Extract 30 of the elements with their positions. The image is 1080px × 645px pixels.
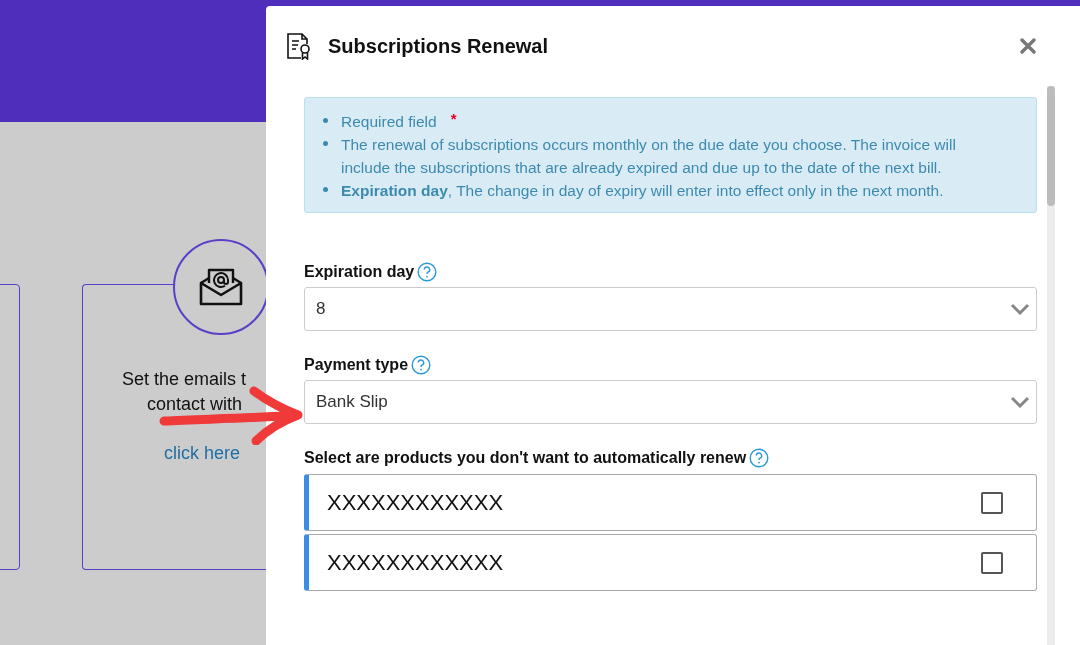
help-icon[interactable] — [749, 448, 770, 468]
card-text: contact with — [147, 394, 243, 415]
field-label: Payment type — [304, 356, 409, 374]
dropdown-field[interactable]: 8 — [304, 287, 1037, 331]
chevron-down-icon — [1010, 303, 1030, 315]
info-text: The renewal of subscriptions occurs monthly on the due date you choose. The invoice will include the subscriptions that are already expired and due up to the date of the next bill. — [341, 135, 957, 178]
product-row[interactable]: XXXXXXXXXXXX — [304, 534, 1037, 591]
field-label: Select are products you don't want to automatically renew — [304, 449, 747, 467]
checkbox[interactable] — [981, 491, 1003, 514]
modal-title: Subscriptions Renewal — [328, 34, 550, 58]
dropdown-field[interactable]: Bank Slip — [304, 380, 1037, 424]
product-name: XXXXXXXXXXXX — [327, 549, 504, 576]
required-mark: * — [450, 110, 457, 127]
help-icon[interactable] — [417, 262, 438, 282]
close-icon — [1020, 38, 1036, 54]
checkbox[interactable] — [981, 551, 1003, 574]
field-label: Expiration day — [304, 263, 415, 281]
info-text: Required field — [341, 112, 437, 132]
product-name: XXXXXXXXXXXX — [327, 489, 504, 516]
email-envelope-icon — [199, 267, 243, 307]
card-text: Set the emails t — [122, 369, 247, 390]
chevron-down-icon — [1010, 396, 1030, 408]
product-row[interactable]: XXXXXXXXXXXX — [304, 474, 1037, 531]
bullet-icon — [323, 187, 328, 192]
help-icon[interactable] — [411, 355, 432, 375]
bullet-icon — [323, 118, 328, 123]
certificate-document-icon — [286, 32, 312, 60]
scrollbar[interactable] — [1047, 86, 1055, 645]
info-text: Expiration day, The change in day of expiry will enter into effect only in the next month. — [341, 181, 944, 201]
bullet-icon — [323, 141, 328, 146]
